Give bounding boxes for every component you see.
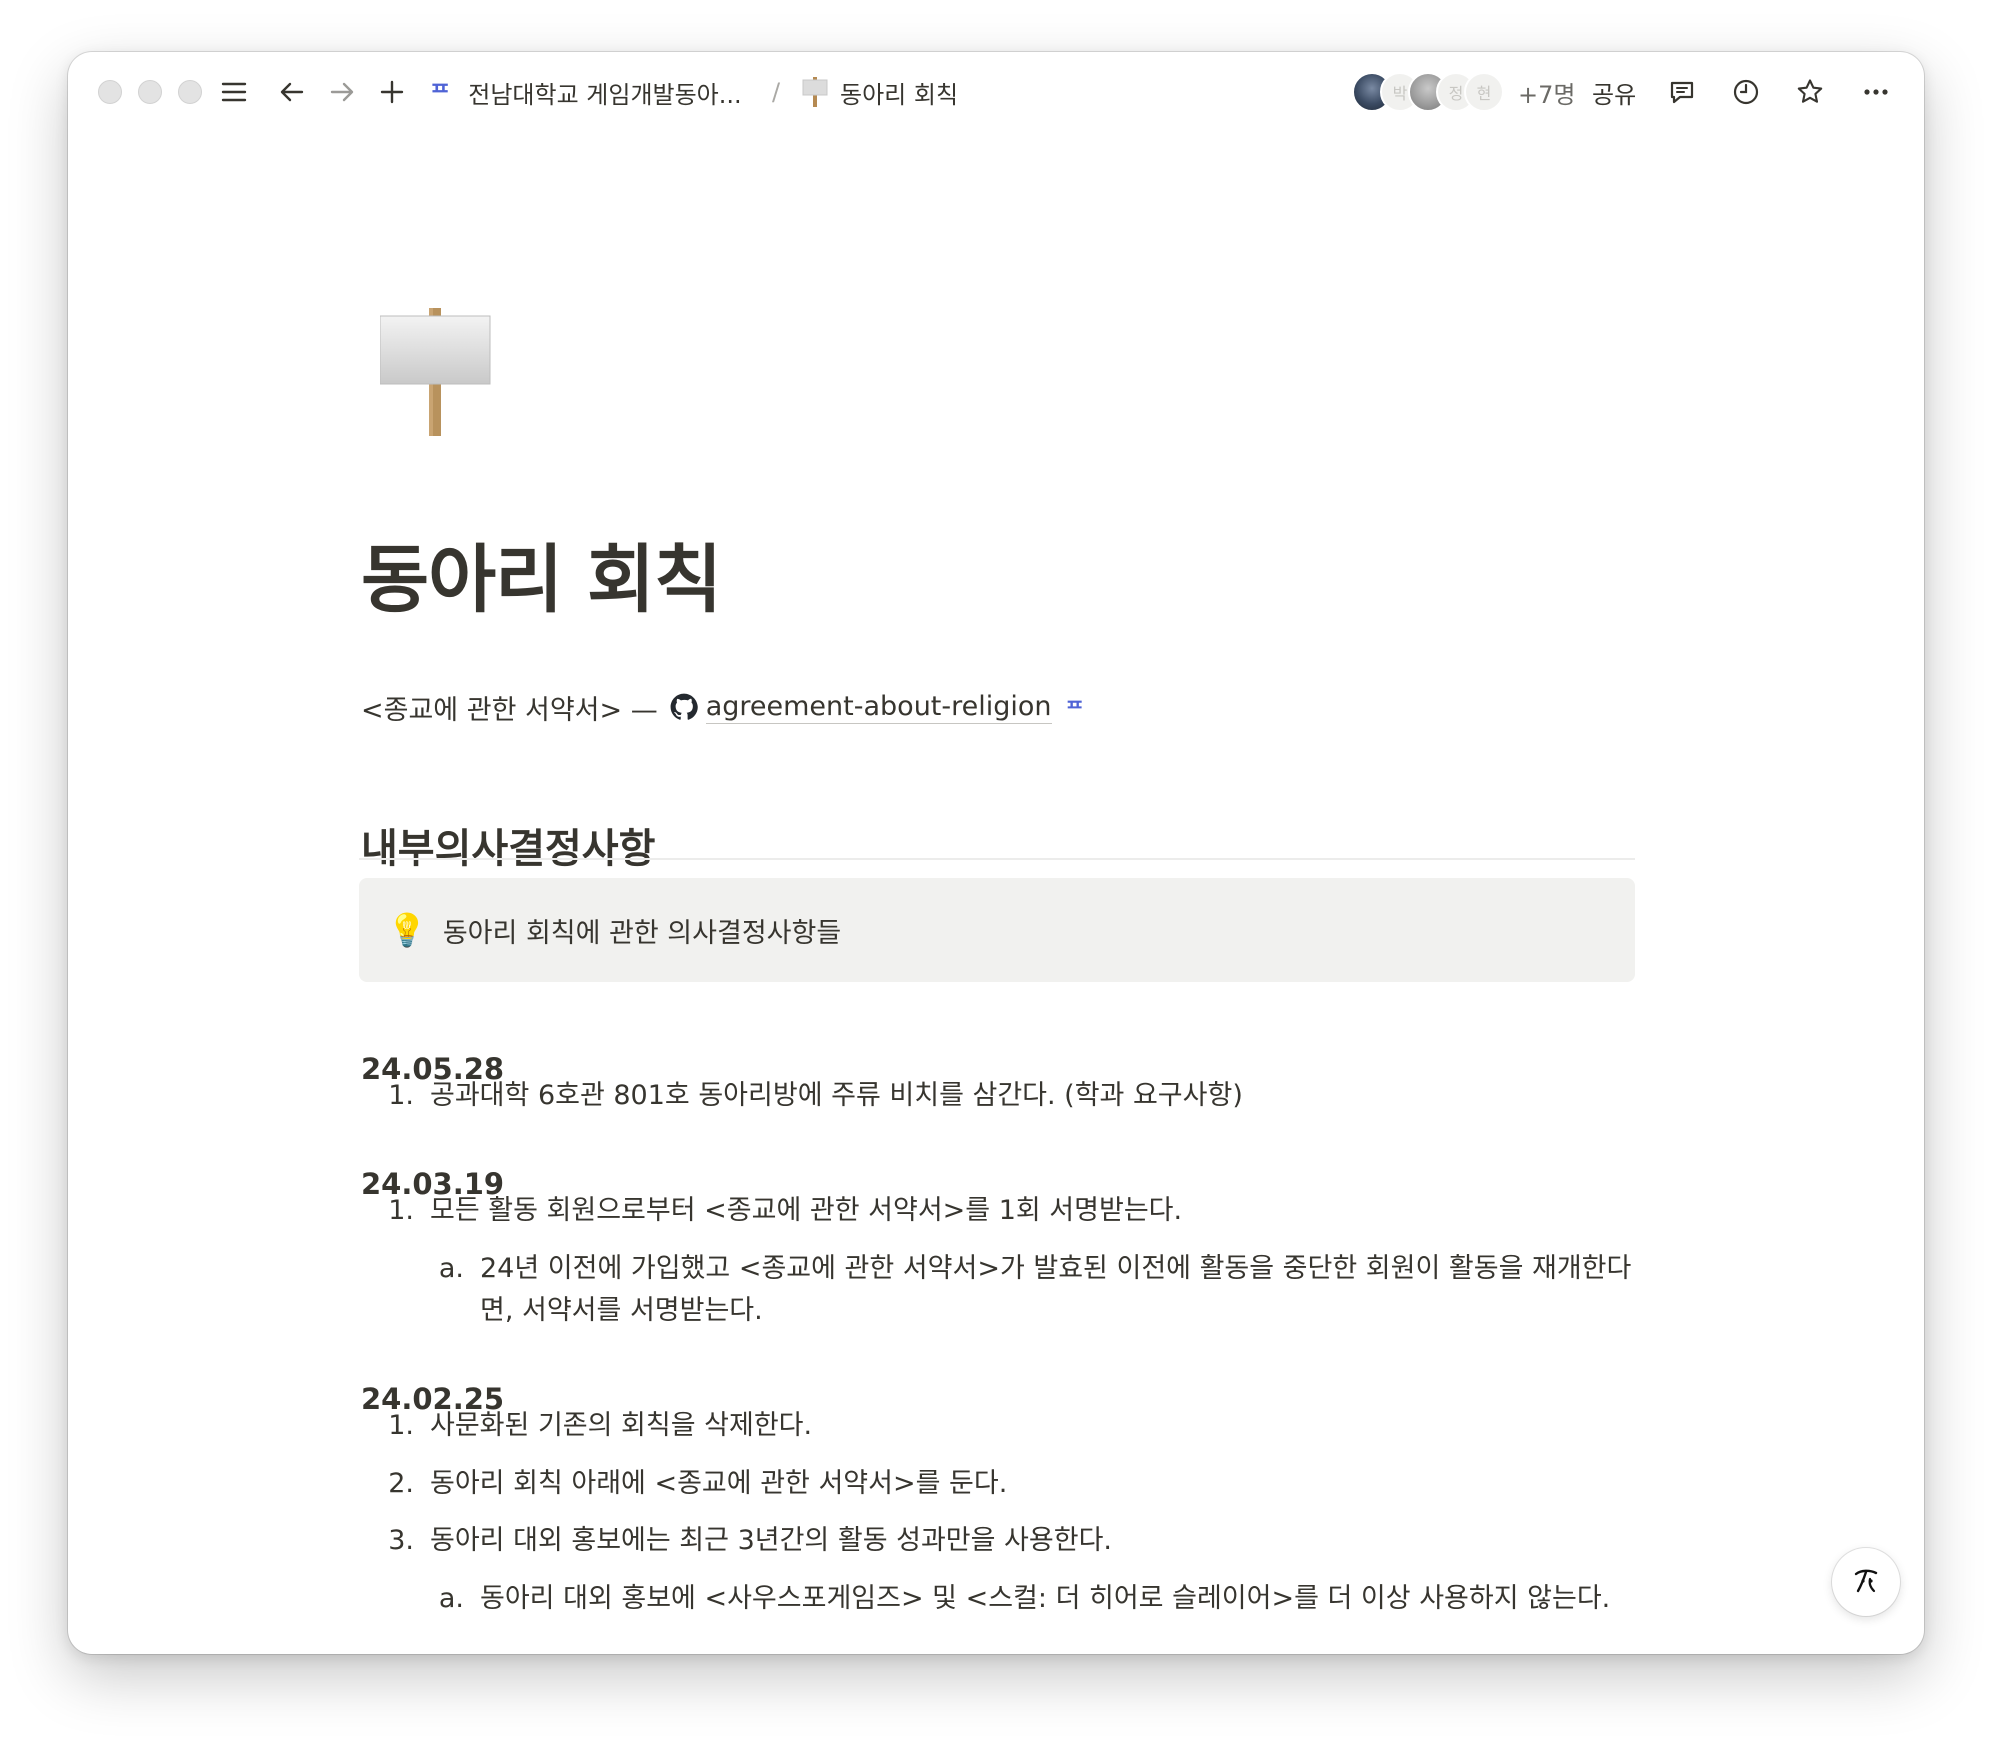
share-button[interactable]: 공유 (1592, 74, 1636, 110)
list-number: 2. (388, 1468, 414, 1499)
list-item[interactable]: a. 24년 이전에 가입했고 <종교에 관한 서약서>가 발효된 이전에 활동을… (424, 1248, 1656, 1332)
list-item[interactable]: 1. 사문화된 기존의 회칙을 삭제한다. (374, 1405, 812, 1447)
breadcrumb-current-page[interactable]: 동아리 회칙 (802, 74, 958, 110)
notion-ai-button[interactable] (1832, 1548, 1900, 1616)
window-controls (98, 80, 202, 104)
list-item-text: 동아리 대외 홍보에 <사우스포게임즈> 및 <스컬: 더 히어로 슬레이어>를… (480, 1583, 1611, 1614)
list-item[interactable]: 1. 공과대학 6호관 801호 동아리방에 주류 비치를 삼간다. (학과 요구… (374, 1075, 1243, 1117)
breadcrumb-workspace[interactable]: 전남대학교 게임개발동아... (468, 75, 741, 110)
list-number: 1. (388, 1195, 414, 1226)
list-number: 1. (388, 1080, 414, 1111)
agreement-mention: <종교에 관한 서약서> — agreement-about-religion … (361, 687, 1084, 727)
breadcrumb-separator-wrap: / (772, 74, 780, 110)
list-item[interactable]: 2. 동아리 회칙 아래에 <종교에 관한 서약서>를 둔다. (374, 1463, 1007, 1505)
list-item[interactable]: 3. 동아리 대외 홍보에는 최근 3년간의 활동 성과만을 사용한다. (374, 1520, 1112, 1562)
list-number: a. (438, 1583, 464, 1614)
top-bar: ᄑ 전남대학교 게임개발동아... / 동아리 회칙 박 정 현 +7명 공유 (68, 52, 1924, 132)
page-title[interactable]: 동아리 회칙 (361, 520, 722, 627)
comment-icon[interactable] (1666, 76, 1698, 108)
section-heading[interactable]: 내부의사결정사항 (361, 816, 655, 874)
breadcrumb: ᄑ 전남대학교 게임개발동아... (430, 74, 742, 110)
more-collaborators-count[interactable]: +7명 (1518, 74, 1575, 110)
list-item-text: 모든 활동 회원으로부터 <종교에 관한 서약서>를 1회 서명받는다. (430, 1195, 1183, 1226)
list-number: a. (438, 1253, 464, 1284)
list-item-text: 동아리 대외 홍보에는 최근 3년간의 활동 성과만을 사용한다. (430, 1525, 1112, 1556)
list-item-text: 24년 이전에 가입했고 <종교에 관한 서약서>가 발효된 이전에 활동을 중… (480, 1253, 1632, 1326)
callout[interactable]: 💡 동아리 회칙에 관한 의사결정사항들 (359, 878, 1635, 982)
close-window-button[interactable] (98, 80, 122, 104)
forward-arrow-icon[interactable] (326, 76, 358, 108)
workspace-logo-icon: ᄑ (430, 82, 451, 107)
notion-ai-face-icon (1854, 1569, 1878, 1593)
signboard-icon (802, 77, 828, 107)
more-options-icon[interactable] (1860, 76, 1892, 108)
new-tab-plus-icon[interactable] (376, 76, 408, 108)
collaborator-avatars[interactable]: 박 정 현 (1352, 72, 1504, 112)
divider (359, 858, 1635, 860)
list-number: 3. (388, 1525, 414, 1556)
callout-text: 동아리 회칙에 관한 의사결정사항들 (442, 917, 842, 949)
zoom-window-button[interactable] (178, 80, 202, 104)
list-item[interactable]: a. 동아리 대외 홍보에 <사우스포게임즈> 및 <스컬: 더 히어로 슬레이어… (424, 1578, 1610, 1620)
favorite-star-icon[interactable] (1794, 76, 1826, 108)
sidebar-menu-icon[interactable] (218, 76, 250, 108)
github-icon (670, 693, 698, 720)
agreement-github-link[interactable]: agreement-about-religion (705, 691, 1052, 724)
app-window: ᄑ 전남대학교 게임개발동아... / 동아리 회칙 박 정 현 +7명 공유 (68, 52, 1924, 1654)
history-clock-icon[interactable] (1730, 76, 1762, 108)
workspace-logo-icon: ᄑ (1065, 696, 1084, 721)
lightbulb-icon: 💡 (387, 911, 427, 949)
signboard-page-icon[interactable] (380, 308, 492, 436)
avatar[interactable]: 현 (1464, 72, 1504, 112)
list-item-text: 공과대학 6호관 801호 동아리방에 주류 비치를 삼간다. (학과 요구사항… (430, 1080, 1243, 1111)
list-item-text: 동아리 회칙 아래에 <종교에 관한 서약서>를 둔다. (430, 1468, 1008, 1499)
list-number: 1. (388, 1410, 414, 1441)
minimize-window-button[interactable] (138, 80, 162, 104)
list-item[interactable]: 1. 모든 활동 회원으로부터 <종교에 관한 서약서>를 1회 서명받는다. (374, 1190, 1182, 1232)
agreement-prefix: <종교에 관한 서약서> — (361, 694, 658, 726)
breadcrumb-separator: / (772, 78, 781, 106)
list-item-text: 사문화된 기존의 회칙을 삭제한다. (430, 1410, 813, 1441)
breadcrumb-page-label: 동아리 회칙 (840, 80, 959, 109)
back-arrow-icon[interactable] (276, 76, 308, 108)
